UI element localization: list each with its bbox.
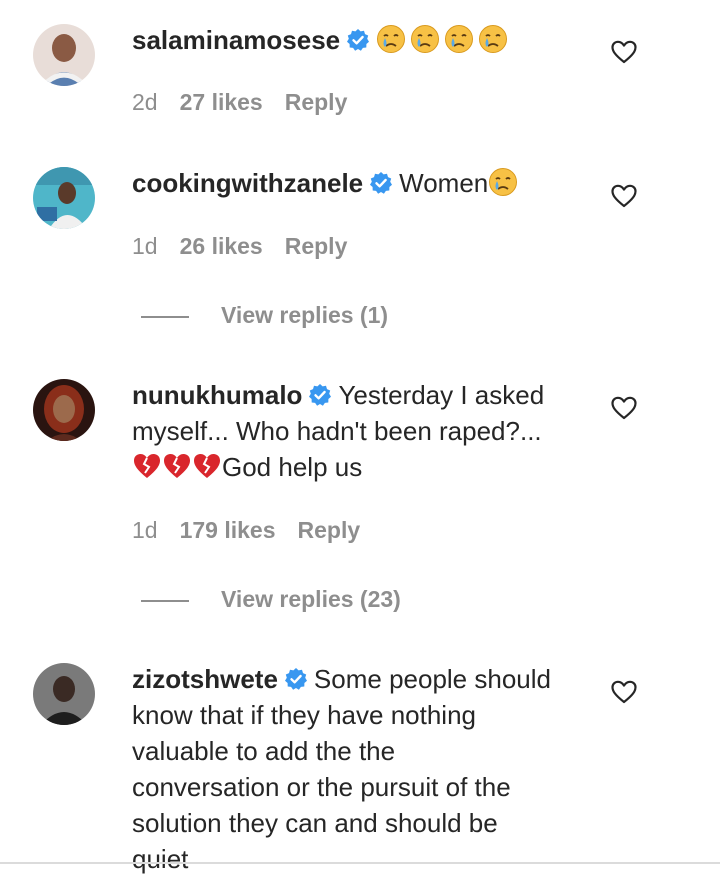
comment-meta: 1d 179 likes Reply xyxy=(132,517,382,544)
comment-meta: 1d 26 likes Reply xyxy=(132,233,369,260)
avatar[interactable] xyxy=(33,663,95,725)
username[interactable]: cookingwithzanele xyxy=(132,168,363,198)
reply-button[interactable]: Reply xyxy=(285,89,348,115)
comment-text-line: myself... Who hadn't been raped?... xyxy=(132,416,542,446)
comment-text: Women xyxy=(399,168,489,198)
comment-text-line: valuable to add the the xyxy=(132,736,396,766)
likes-count[interactable]: 26 likes xyxy=(180,233,263,259)
crying-face-icon xyxy=(377,25,406,53)
avatar[interactable] xyxy=(33,24,95,86)
like-heart-icon[interactable] xyxy=(611,40,637,64)
comment-text-line: God help us xyxy=(222,452,363,482)
view-replies-line xyxy=(141,600,189,602)
comment-text-line: Yesterday I asked xyxy=(338,380,545,410)
avatar[interactable] xyxy=(33,379,95,441)
bottom-divider xyxy=(0,862,720,864)
username[interactable]: zizotshwete xyxy=(132,664,278,694)
like-heart-icon[interactable] xyxy=(611,396,637,420)
comment-body: cookingwithzanele Women xyxy=(132,165,592,201)
likes-count[interactable]: 179 likes xyxy=(180,517,276,543)
view-replies-line xyxy=(141,316,189,318)
broken-heart-icon xyxy=(164,454,190,478)
reply-button[interactable]: Reply xyxy=(298,517,361,543)
comment-age: 1d xyxy=(132,517,158,543)
comment-text-line: know that if they have nothing xyxy=(132,700,477,730)
view-replies-label[interactable]: View replies (23) xyxy=(221,586,401,613)
comment-body: nunukhumalo Yesterday I asked myself... W… xyxy=(132,377,592,485)
username[interactable]: nunukhumalo xyxy=(132,380,302,410)
broken-heart-icon xyxy=(134,454,160,478)
comment-meta: 2d 27 likes Reply xyxy=(132,89,369,116)
verified-badge-icon xyxy=(347,29,370,51)
comment-text-line: Some people should xyxy=(313,664,551,694)
like-heart-icon[interactable] xyxy=(611,680,637,704)
comment-body: salaminamosese xyxy=(132,22,592,58)
comment-text-line: conversation or the pursuit of the xyxy=(132,772,511,802)
like-heart-icon[interactable] xyxy=(611,184,637,208)
comment-emojis xyxy=(376,25,512,55)
verified-badge-icon xyxy=(370,172,393,194)
broken-heart-icon xyxy=(194,454,220,478)
likes-count[interactable]: 27 likes xyxy=(180,89,263,115)
crying-face-icon xyxy=(479,25,508,53)
comment-text-line: quiet xyxy=(132,844,189,874)
comment-body: zizotshwete Some people should know that … xyxy=(132,661,592,877)
comment-age: 2d xyxy=(132,89,158,115)
comment-age: 1d xyxy=(132,233,158,259)
verified-badge-icon xyxy=(309,384,332,406)
avatar[interactable] xyxy=(33,167,95,229)
verified-badge-icon xyxy=(284,668,307,690)
comment-text-line: solution they can and should be xyxy=(132,808,498,838)
username[interactable]: salaminamosese xyxy=(132,25,340,55)
crying-face-icon xyxy=(489,168,518,196)
reply-button[interactable]: Reply xyxy=(285,233,348,259)
crying-face-icon xyxy=(411,25,440,53)
view-replies-label[interactable]: View replies (1) xyxy=(221,302,388,329)
crying-face-icon xyxy=(445,25,474,53)
